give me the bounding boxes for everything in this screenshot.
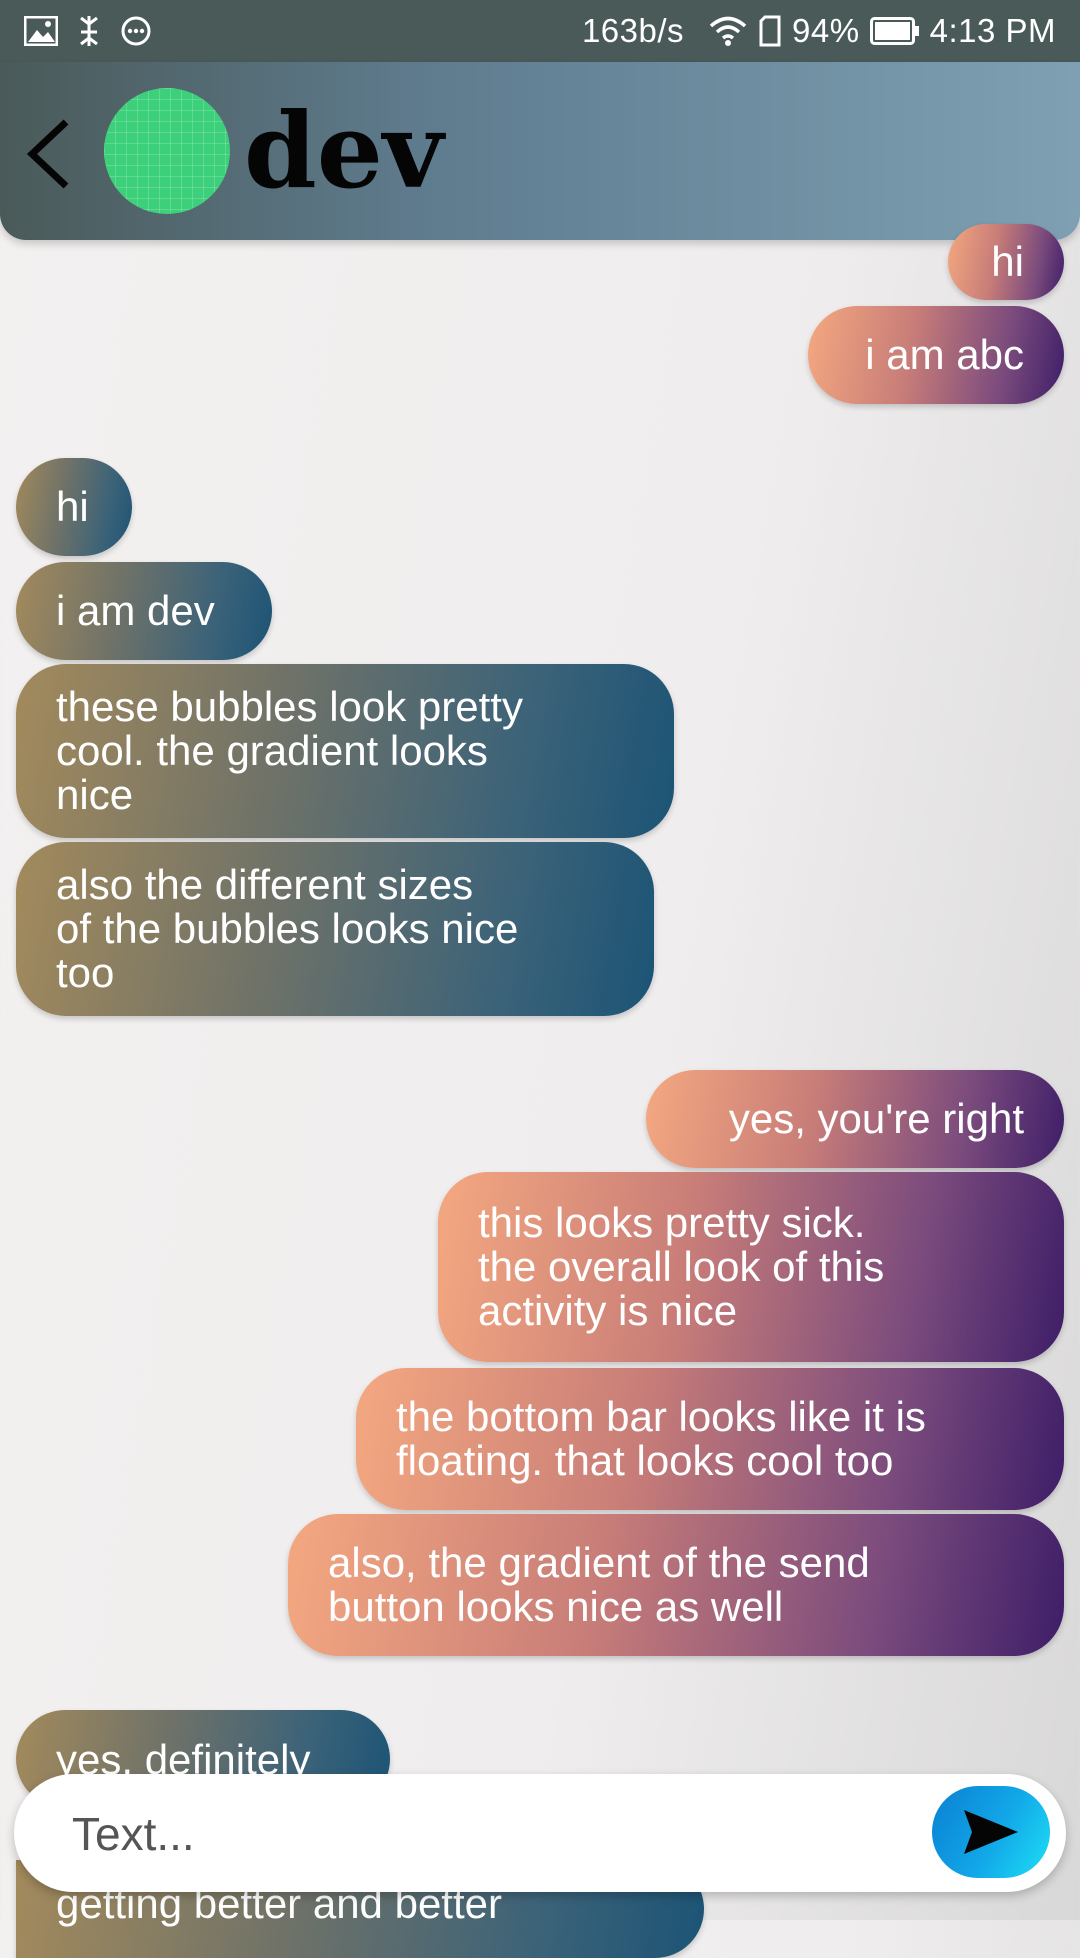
- message-text: i am dev: [56, 587, 215, 634]
- battery-percent: 94%: [792, 12, 860, 49]
- message-text: this looks pretty sick. the overall look…: [478, 1199, 885, 1334]
- message-bubble-sent: also, the gradient of the send button lo…: [288, 1514, 1064, 1656]
- message-bubble-sent: i am abc: [808, 306, 1064, 404]
- status-bar: 163b/s 94% 4:13 PM: [0, 0, 1080, 62]
- message-bubble-sent: the bottom bar looks like it is floating…: [356, 1368, 1064, 1510]
- back-button[interactable]: [20, 116, 80, 192]
- message-bubble-received: these bubbles look pretty cool. the grad…: [16, 664, 674, 838]
- send-icon: [964, 1810, 1018, 1854]
- message-text: hi: [56, 483, 89, 530]
- message-text: these bubbles look pretty cool. the grad…: [56, 683, 523, 818]
- message-bubble-sent: yes, you're right: [646, 1070, 1064, 1168]
- message-bubble-sent: hi: [948, 224, 1064, 300]
- send-button[interactable]: [932, 1786, 1050, 1878]
- chat-notification-icon: [120, 15, 152, 47]
- contact-name: dev: [244, 89, 444, 212]
- battery-icon: [869, 17, 920, 45]
- message-text: also the different sizes of the bubbles …: [56, 861, 519, 996]
- clock: 4:13 PM: [929, 12, 1056, 49]
- avatar[interactable]: [104, 88, 230, 214]
- sim-icon: [758, 15, 782, 47]
- usb-debug-icon: [74, 14, 104, 48]
- message-bubble-received: also the different sizes of the bubbles …: [16, 842, 654, 1016]
- message-bubble-received: i am dev: [16, 562, 272, 660]
- back-arrow-icon: [26, 119, 69, 189]
- message-text: i am abc: [865, 331, 1024, 378]
- message-text: hi: [991, 238, 1024, 285]
- image-icon: [24, 16, 58, 46]
- wifi-icon: [708, 15, 748, 47]
- message-text: the bottom bar looks like it is floating…: [396, 1393, 926, 1484]
- message-input[interactable]: [70, 1798, 914, 1870]
- network-speed: 163b/s: [581, 12, 685, 49]
- message-bubble-sent: this looks pretty sick. the overall look…: [438, 1172, 1064, 1362]
- composer-bar: [14, 1774, 1066, 1892]
- status-right: 163b/s 94% 4:13 PM: [582, 12, 1056, 50]
- message-text: also, the gradient of the send button lo…: [328, 1539, 870, 1630]
- chat-header: dev: [0, 62, 1080, 240]
- message-bubble-received: hi: [16, 458, 132, 556]
- status-left: [24, 14, 152, 48]
- message-text: yes, you're right: [728, 1095, 1024, 1142]
